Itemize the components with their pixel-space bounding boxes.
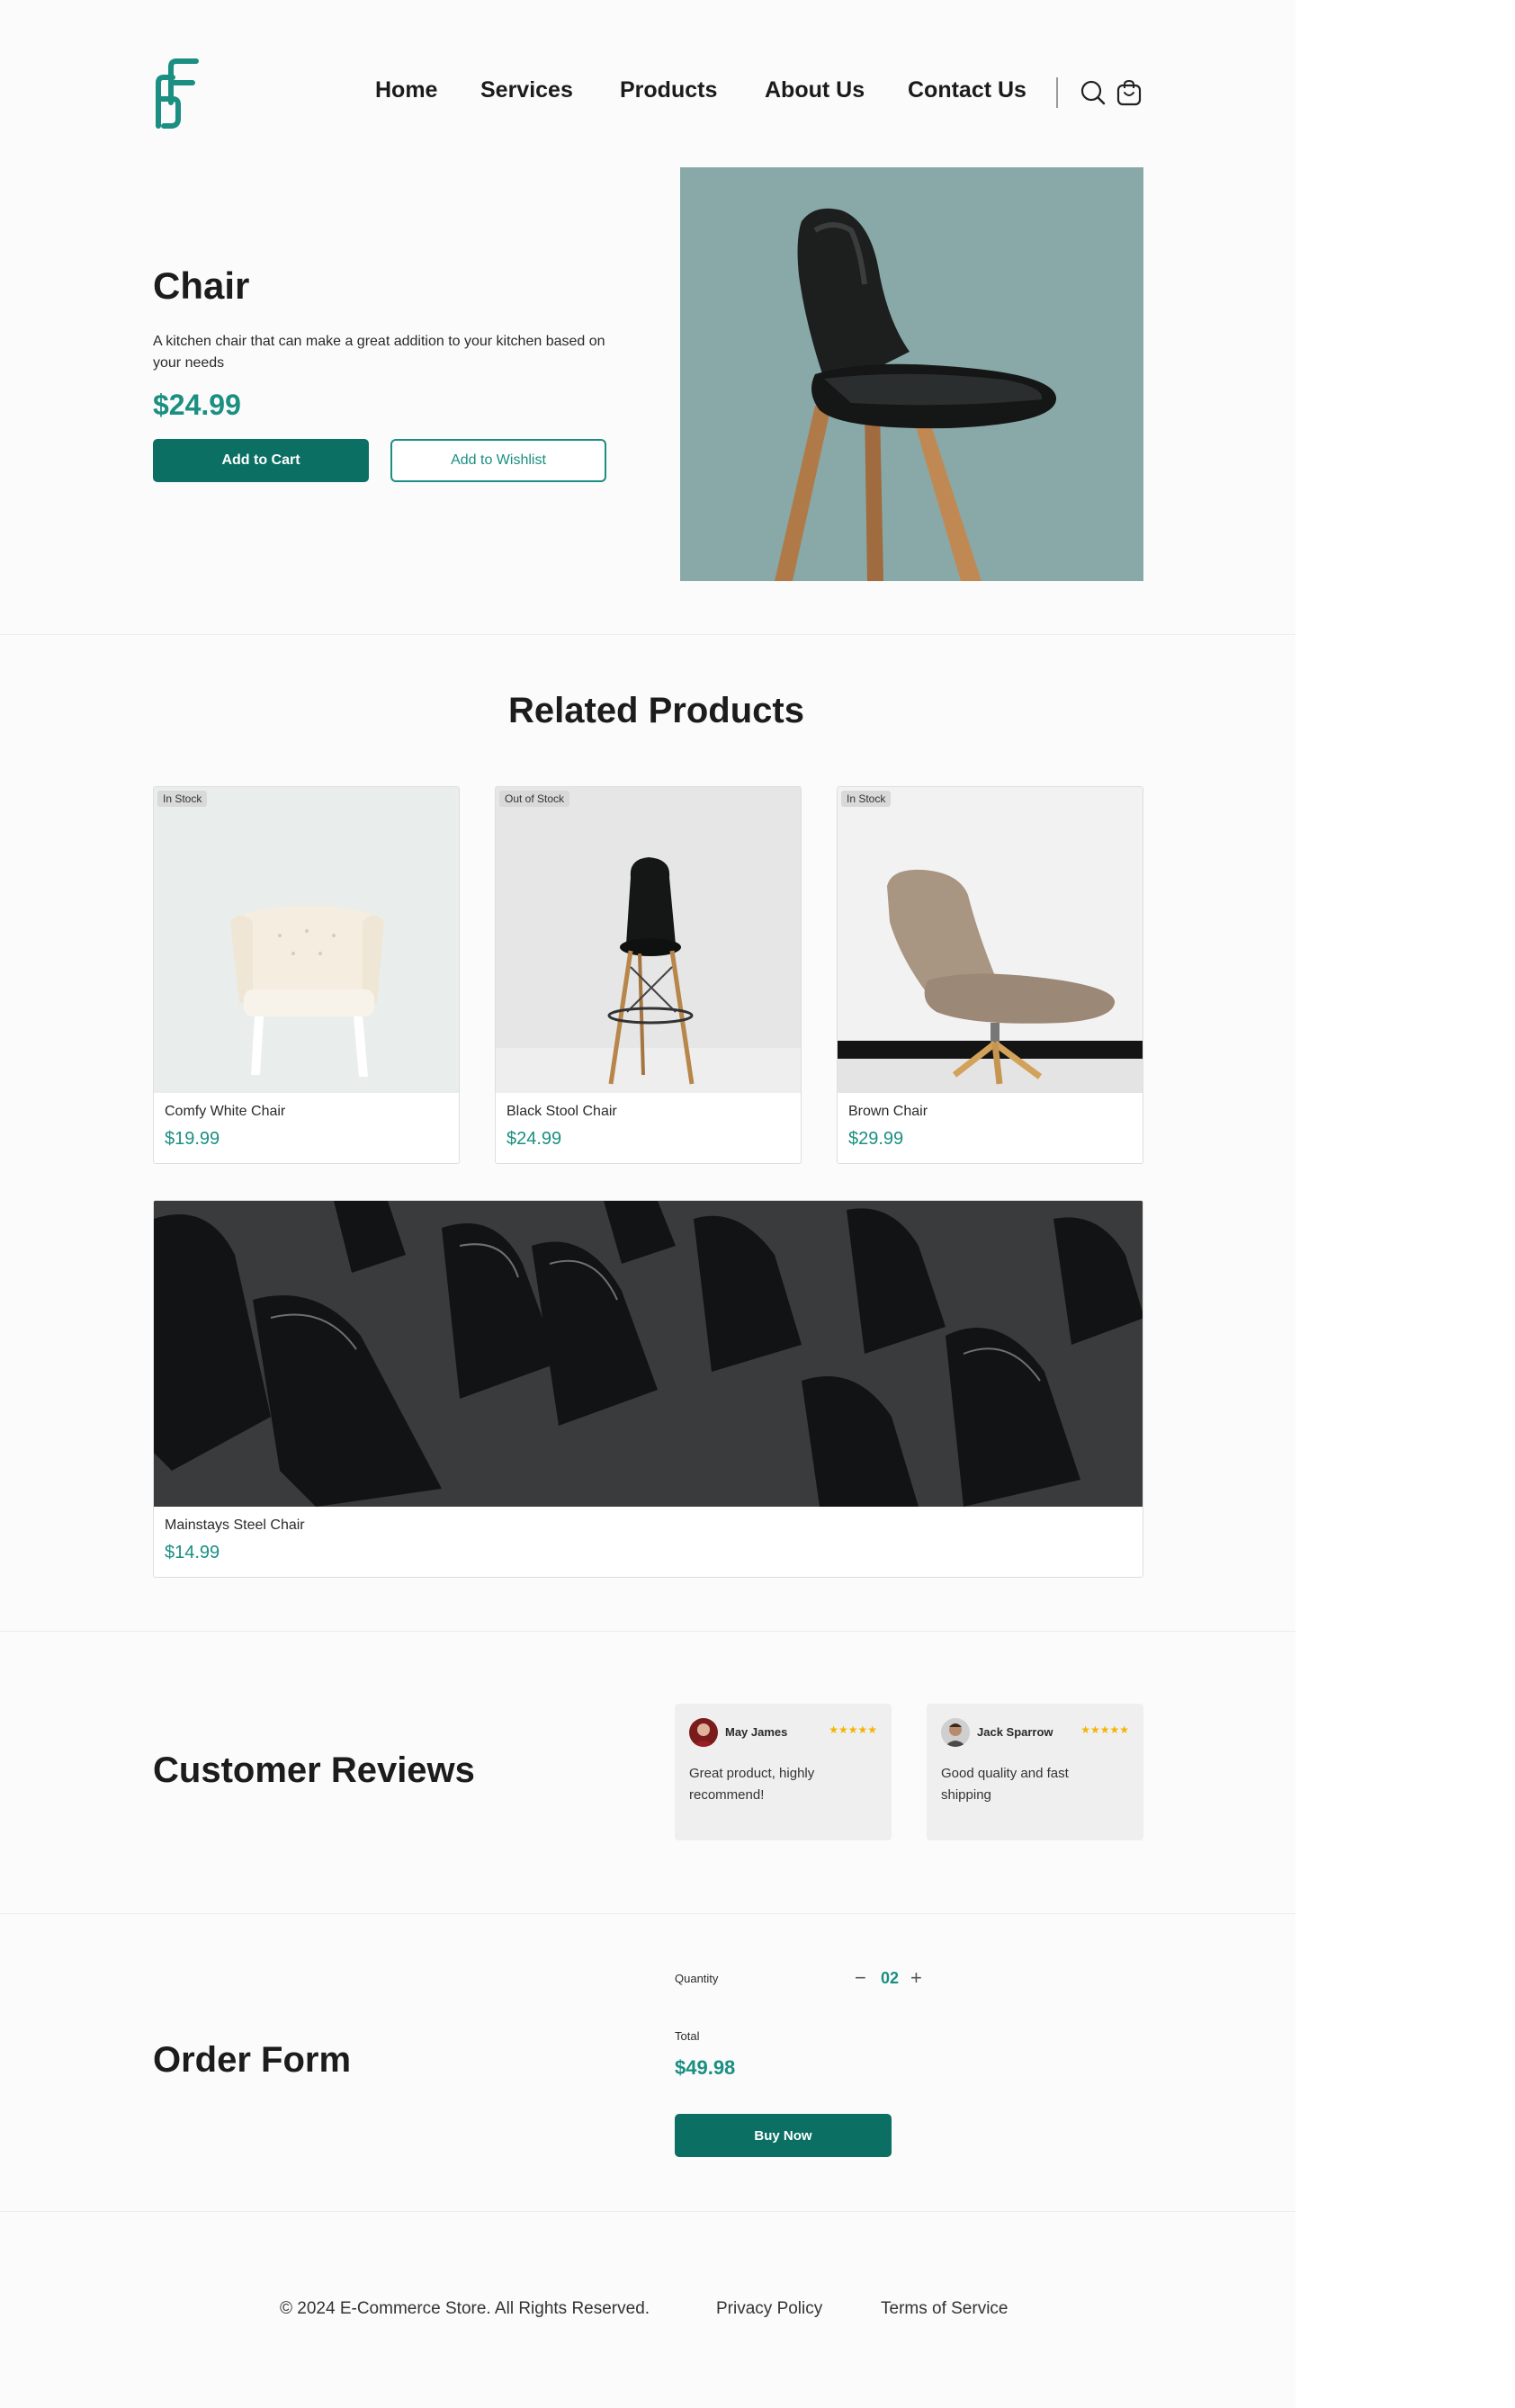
product-title: Chair xyxy=(153,264,250,307)
rows-of-chairs-illustration xyxy=(154,1201,1143,1507)
product-name: Mainstays Steel Chair xyxy=(165,1517,305,1533)
avatar xyxy=(689,1718,718,1747)
product-name: Comfy White Chair xyxy=(165,1104,286,1119)
section-divider xyxy=(0,1913,1295,1914)
total-label: Total xyxy=(675,2029,700,2043)
product-card[interactable]: Mainstays Steel Chair $14.99 xyxy=(153,1200,1143,1578)
nav-about-us[interactable]: About Us xyxy=(765,74,865,106)
quantity-value: 02 xyxy=(881,1969,900,1987)
add-to-wishlist-button[interactable]: Add to Wishlist xyxy=(390,439,606,482)
nav-products[interactable]: Products xyxy=(620,74,717,106)
total-value: $49.98 xyxy=(675,2056,736,2079)
nav-divider xyxy=(1056,77,1058,108)
stock-badge: In Stock xyxy=(157,791,208,807)
page-margin xyxy=(1295,0,1515,2408)
section-divider xyxy=(0,634,1295,635)
product-price: $24.99 xyxy=(153,389,241,421)
black-chair-illustration xyxy=(775,208,1057,581)
product-price: $14.99 xyxy=(165,1543,220,1562)
product-price: $29.99 xyxy=(848,1129,904,1149)
copyright-text: © 2024 E-Commerce Store. All Rights Rese… xyxy=(280,2299,650,2318)
review-card: Jack Sparrow ★★★★★ Good quality and fast… xyxy=(927,1704,1143,1840)
product-card[interactable]: Out of Stock Black Stool Chair $24.99 xyxy=(495,786,802,1164)
privacy-policy-link[interactable]: Privacy Policy xyxy=(716,2299,822,2319)
review-text: Great product, highly recommend! xyxy=(689,1766,815,1803)
product-card[interactable]: In Stock Comfy White Chair $19.99 xyxy=(153,786,460,1164)
cart-icon[interactable] xyxy=(1116,79,1143,106)
product-card-image xyxy=(496,787,801,1093)
brown-chair-illustration xyxy=(838,787,1143,1093)
related-products-title: Related Products xyxy=(508,691,804,730)
search-icon[interactable] xyxy=(1080,79,1107,106)
reviewer-name: Jack Sparrow xyxy=(977,1725,1053,1739)
page: Home Services Products About Us Contact … xyxy=(0,0,1295,2408)
product-card-image xyxy=(154,1201,1143,1507)
black-stool-illustration xyxy=(496,787,801,1093)
product-name: Black Stool Chair xyxy=(506,1104,617,1119)
order-form-title: Order Form xyxy=(153,2040,352,2080)
buy-now-button[interactable]: Buy Now xyxy=(675,2114,892,2157)
product-name: Brown Chair xyxy=(848,1104,928,1119)
brand-logo-icon[interactable] xyxy=(151,56,202,130)
nav-services[interactable]: Services xyxy=(480,74,573,106)
stock-badge: In Stock xyxy=(841,791,892,807)
product-card[interactable]: In Stock Brown Chair $29.99 xyxy=(837,786,1143,1164)
quantity-label: Quantity xyxy=(675,1972,719,1985)
product-description: A kitchen chair that can make a great ad… xyxy=(153,334,605,371)
nav-home[interactable]: Home xyxy=(375,74,437,106)
product-price: $24.99 xyxy=(506,1129,562,1149)
quantity-decrement-button[interactable]: − xyxy=(855,1968,866,1988)
nav-contact-us[interactable]: Contact Us xyxy=(908,74,1026,106)
product-price: $19.99 xyxy=(165,1129,220,1149)
product-card-image xyxy=(154,787,459,1093)
terms-of-service-link[interactable]: Terms of Service xyxy=(881,2299,1008,2319)
product-card-image xyxy=(838,787,1143,1093)
customer-reviews-title: Customer Reviews xyxy=(153,1750,475,1790)
product-image xyxy=(680,167,1143,581)
review-text: Good quality and fast shipping xyxy=(941,1766,1069,1803)
star-rating: ★★★★★ xyxy=(1080,1723,1129,1736)
add-to-cart-button[interactable]: Add to Cart xyxy=(153,439,369,482)
reviewer-name: May James xyxy=(725,1725,788,1739)
quantity-increment-button[interactable]: + xyxy=(910,1968,922,1988)
star-rating: ★★★★★ xyxy=(829,1723,877,1736)
white-chair-illustration xyxy=(154,787,459,1093)
section-divider xyxy=(0,2211,1295,2212)
section-divider xyxy=(0,1631,1295,1632)
review-card: May James ★★★★★ Great product, highly re… xyxy=(675,1704,892,1840)
avatar xyxy=(941,1718,970,1747)
stock-badge: Out of Stock xyxy=(499,791,570,807)
